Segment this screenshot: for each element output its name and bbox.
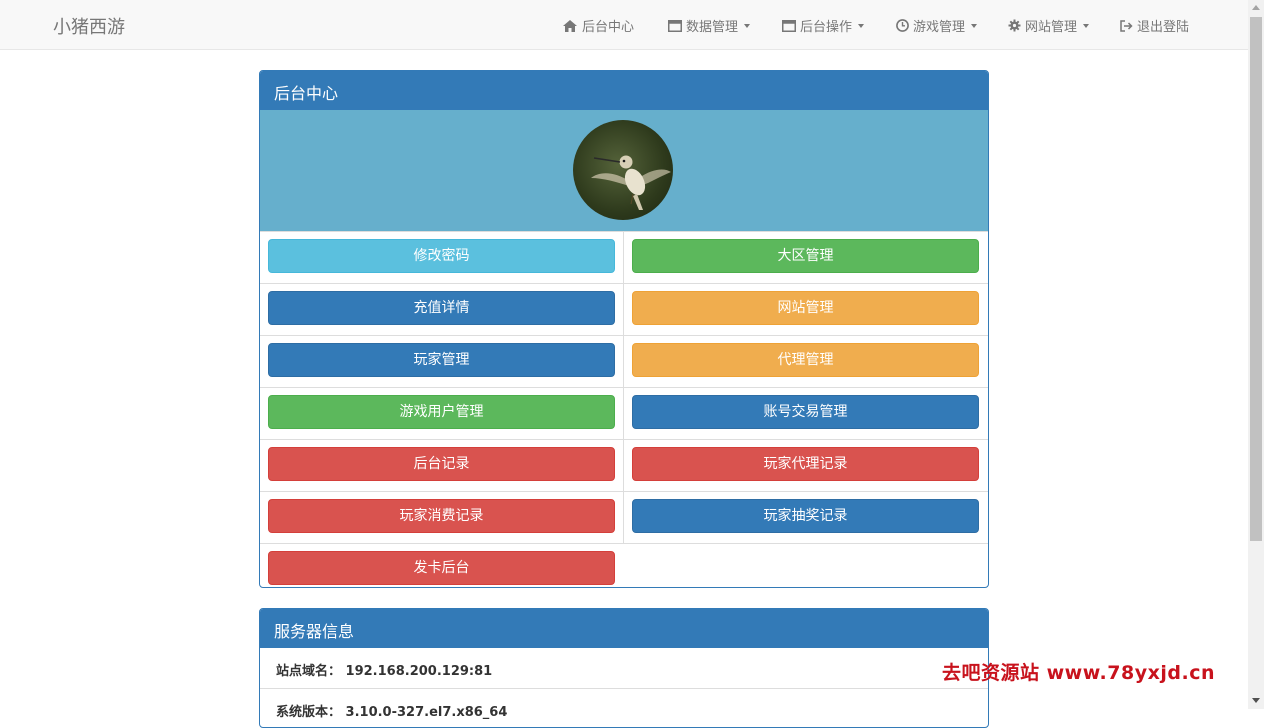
admin-button-grid: 修改密码 大区管理 充值详情 网站管理 玩家管理 代理管理 游戏用户管理 账号交… bbox=[260, 232, 988, 587]
button-row: 玩家管理 代理管理 bbox=[260, 336, 988, 388]
server-info-row: 站点域名： 192.168.200.129:81 bbox=[260, 648, 988, 689]
clock-icon bbox=[896, 19, 909, 32]
admin-panel-title: 后台中心 bbox=[260, 71, 988, 110]
player-lottery-log-button[interactable]: 玩家抽奖记录 bbox=[632, 499, 979, 533]
window-icon bbox=[782, 19, 796, 32]
website-management-button[interactable]: 网站管理 bbox=[632, 291, 979, 325]
os-version-value: 3.10.0-327.el7.x86_64 bbox=[345, 705, 508, 720]
nav-admin-center[interactable]: 后台中心 bbox=[562, 16, 634, 35]
home-icon bbox=[563, 19, 577, 32]
admin-center-panel: 后台中心 修改密码 大区管理 充值详情 网站管理 玩家管理 代理管理 游戏用户管… bbox=[259, 70, 989, 588]
top-navbar: 小猪西游 后台中心 数据管理 后台操作 游戏管理 网站管理 退出登陆 bbox=[0, 0, 1248, 50]
nav-data-management-label: 数据管理 bbox=[686, 20, 739, 35]
recharge-details-button[interactable]: 充值详情 bbox=[268, 291, 615, 325]
scroll-thumb[interactable] bbox=[1250, 17, 1262, 541]
avatar bbox=[573, 120, 673, 220]
window-icon bbox=[668, 19, 682, 32]
nav-game-management-label: 游戏管理 bbox=[913, 20, 966, 35]
scroll-down-icon[interactable] bbox=[1252, 698, 1260, 703]
button-row: 后台记录 玩家代理记录 bbox=[260, 440, 988, 492]
button-row: 修改密码 大区管理 bbox=[260, 232, 988, 284]
change-password-button[interactable]: 修改密码 bbox=[268, 239, 615, 273]
backend-log-button[interactable]: 后台记录 bbox=[268, 447, 615, 481]
domain-value: 192.168.200.129:81 bbox=[345, 664, 493, 679]
site-watermark: 去吧资源站 www.78yxjd.cn bbox=[942, 662, 1215, 684]
domain-label: 站点域名： bbox=[276, 664, 342, 679]
vertical-scrollbar[interactable] bbox=[1248, 0, 1264, 709]
nav-backend-ops[interactable]: 后台操作 bbox=[782, 16, 865, 35]
nav-logout-label: 退出登陆 bbox=[1137, 20, 1190, 35]
agent-management-button[interactable]: 代理管理 bbox=[632, 343, 979, 377]
chevron-down-icon bbox=[971, 23, 978, 28]
os-version-label: 系统版本： bbox=[276, 705, 342, 720]
nav-data-management[interactable]: 数据管理 bbox=[668, 16, 751, 35]
nav-admin-center-label: 后台中心 bbox=[582, 20, 635, 35]
player-management-button[interactable]: 玩家管理 bbox=[268, 343, 615, 377]
button-row: 游戏用户管理 账号交易管理 bbox=[260, 388, 988, 440]
game-user-management-button[interactable]: 游戏用户管理 bbox=[268, 395, 615, 429]
button-row: 充值详情 网站管理 bbox=[260, 284, 988, 336]
button-row: 玩家消费记录 玩家抽奖记录 bbox=[260, 492, 988, 544]
brand-logo[interactable]: 小猪西游 bbox=[53, 13, 125, 39]
hummingbird-avatar bbox=[591, 155, 671, 210]
chevron-down-icon bbox=[1083, 23, 1090, 28]
server-info-panel: 服务器信息 站点域名： 192.168.200.129:81 系统版本： 3.1… bbox=[259, 608, 989, 728]
nav-site-management-label: 网站管理 bbox=[1025, 20, 1078, 35]
account-trade-management-button[interactable]: 账号交易管理 bbox=[632, 395, 979, 429]
scroll-up-icon[interactable] bbox=[1252, 5, 1260, 10]
logout-icon bbox=[1120, 19, 1133, 32]
gear-icon bbox=[1008, 19, 1021, 32]
nav-game-management[interactable]: 游戏管理 bbox=[896, 16, 978, 35]
player-spending-log-button[interactable]: 玩家消费记录 bbox=[268, 499, 615, 533]
card-issuing-backend-button[interactable]: 发卡后台 bbox=[268, 551, 615, 585]
nav-site-management[interactable]: 网站管理 bbox=[1008, 16, 1090, 35]
chevron-down-icon bbox=[744, 23, 751, 28]
button-row: 发卡后台 bbox=[260, 544, 988, 587]
server-panel-title: 服务器信息 bbox=[260, 609, 988, 648]
player-agent-log-button[interactable]: 玩家代理记录 bbox=[632, 447, 979, 481]
nav-logout[interactable]: 退出登陆 bbox=[1120, 16, 1189, 35]
avatar-banner bbox=[260, 110, 988, 232]
region-management-button[interactable]: 大区管理 bbox=[632, 239, 979, 273]
nav-backend-ops-label: 后台操作 bbox=[800, 20, 853, 35]
chevron-down-icon bbox=[858, 23, 865, 28]
